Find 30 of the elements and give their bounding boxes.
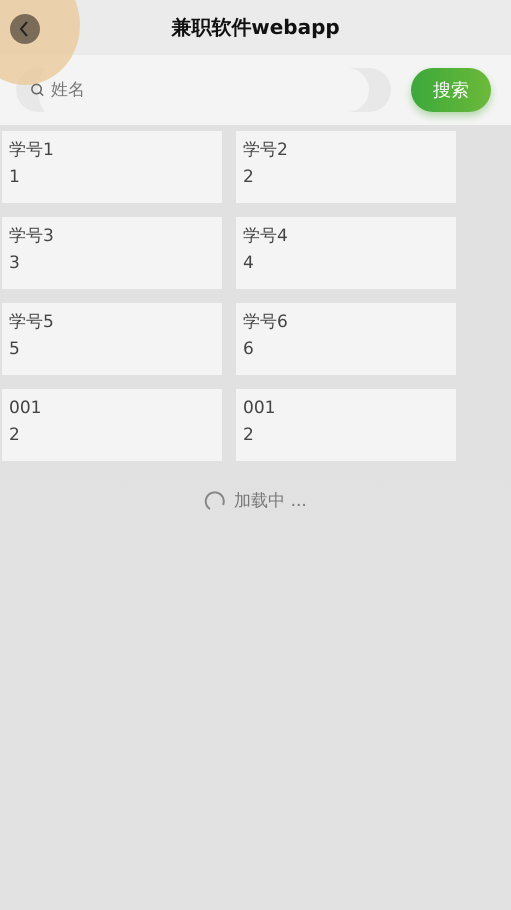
student-card[interactable]: 学号4 4 — [236, 217, 456, 289]
card-title: 学号4 — [243, 227, 289, 246]
student-card[interactable]: 学号1 1 — [2, 131, 222, 203]
student-card[interactable]: 001 2 — [236, 389, 456, 461]
card-title: 学号2 — [243, 141, 289, 160]
student-card[interactable]: 学号2 2 — [236, 131, 456, 203]
card-title: 001 — [243, 399, 276, 418]
card-title: 学号6 — [243, 313, 289, 332]
card-value: 6 — [243, 340, 255, 359]
card-title: 学号3 — [9, 227, 55, 246]
student-card[interactable]: 学号5 5 — [2, 303, 222, 375]
card-title: 学号5 — [9, 313, 55, 332]
card-value: 2 — [243, 426, 255, 445]
student-card[interactable]: 学号6 6 — [236, 303, 456, 375]
student-card[interactable]: 001 2 — [2, 389, 222, 461]
search-field[interactable]: 姓名 — [51, 70, 377, 110]
card-value: 5 — [9, 340, 21, 359]
search-box[interactable]: 姓名 — [16, 68, 391, 112]
card-value: 2 — [9, 426, 21, 445]
spinner-icon — [204, 490, 226, 512]
card-value: 1 — [9, 168, 21, 187]
loading-text: 加载中 ... — [234, 490, 307, 512]
student-card[interactable]: 学号3 3 — [2, 217, 222, 289]
page-title: 兼职软件webapp — [171, 14, 340, 41]
card-value: 4 — [243, 254, 255, 273]
card-value: 2 — [243, 168, 255, 187]
card-value: 3 — [9, 254, 21, 273]
card-title: 001 — [9, 399, 42, 418]
card-title: 学号1 — [9, 141, 55, 160]
search-icon — [30, 82, 46, 98]
